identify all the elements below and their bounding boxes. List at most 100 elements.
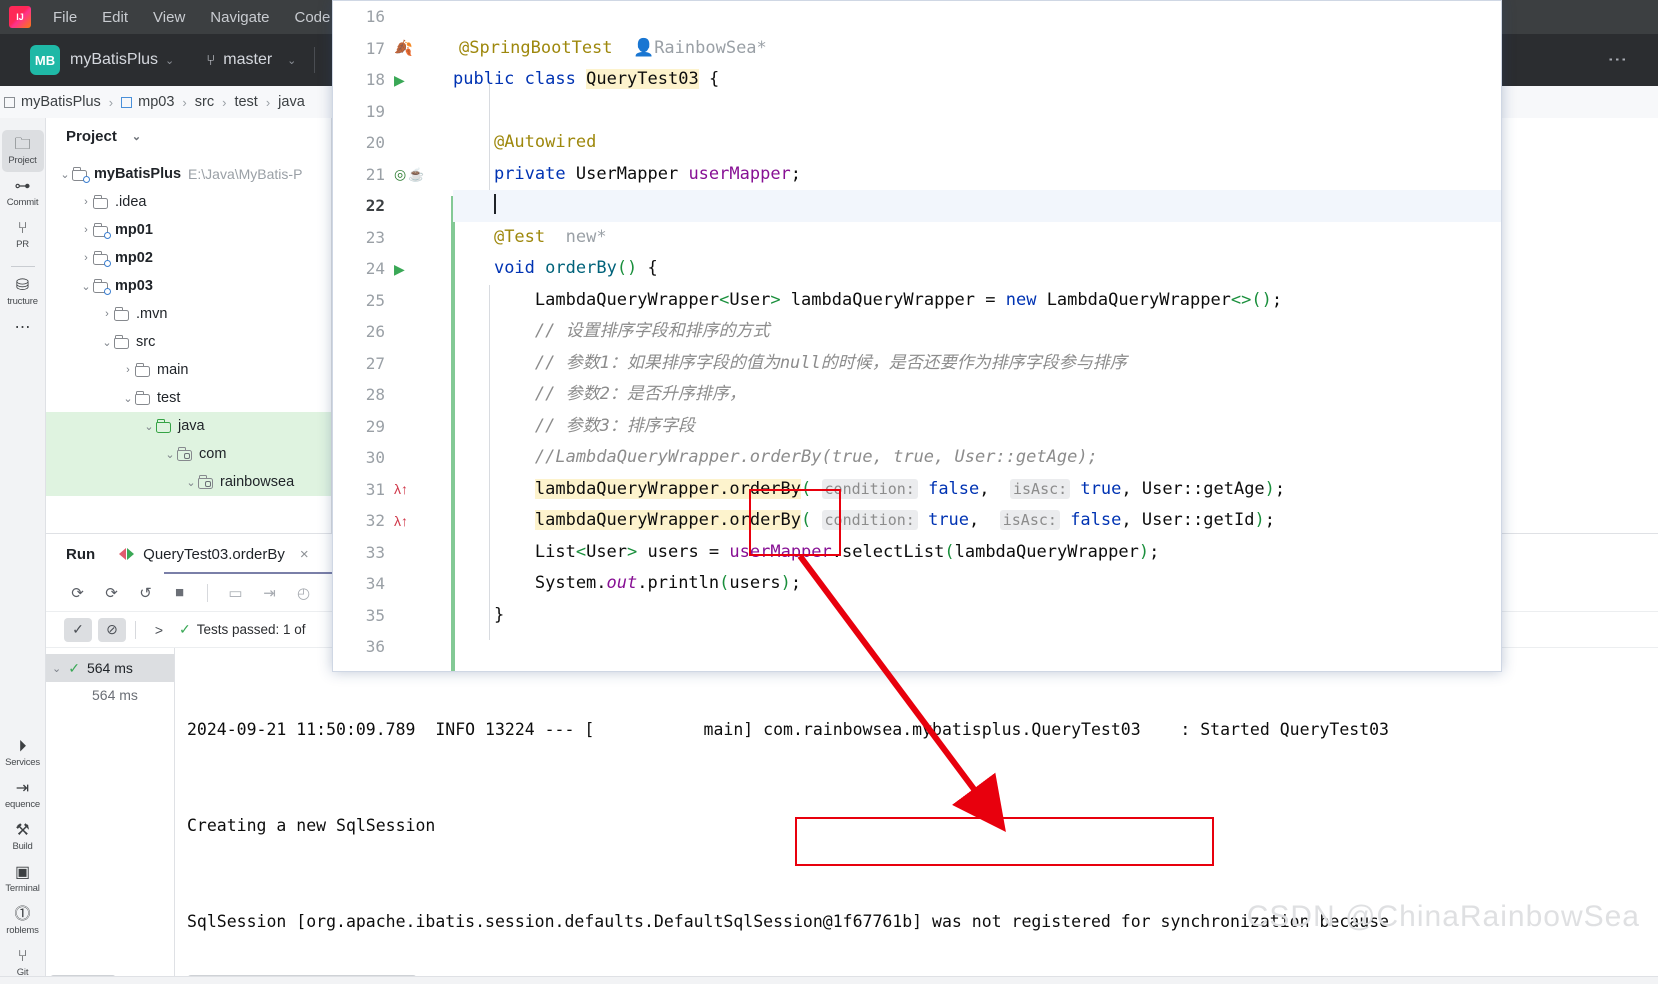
chevron-right-icon[interactable]: ›: [79, 196, 93, 208]
tree-item-mp01[interactable]: › mp01: [46, 216, 331, 244]
chevron-down-icon[interactable]: ⌄: [100, 336, 114, 349]
chevron-down-icon[interactable]: ⌄: [121, 392, 135, 405]
editor-code-area[interactable]: @SpringBootTest 👤RainbowSea* public clas…: [453, 1, 1501, 671]
gutter-line-34[interactable]: 34: [333, 568, 453, 600]
project-name[interactable]: myBatisPlus: [70, 51, 158, 69]
gutter-line-17[interactable]: 17 🍂: [333, 33, 453, 65]
gutter-line-32[interactable]: 32 λ↑: [333, 505, 453, 537]
tree-item-test[interactable]: ⌄ test: [46, 384, 331, 412]
gutter-line-30[interactable]: 30: [333, 442, 453, 474]
gutter-line-25[interactable]: 25: [333, 285, 453, 317]
run-tab-querytest03[interactable]: QueryTest03.orderBy ×: [119, 546, 309, 563]
profile-icon[interactable]: ◴: [294, 583, 313, 602]
rerun-icon[interactable]: ⟳: [68, 583, 87, 602]
module-icon-mp03: [121, 96, 133, 108]
screenshot-icon[interactable]: ▭: [226, 583, 245, 602]
gutter-line-20[interactable]: 20: [333, 127, 453, 159]
tool-button-commit[interactable]: ⊶ Commit: [2, 172, 44, 214]
gutter-line-21[interactable]: 21 ◎ ☕: [333, 159, 453, 191]
tree-item-main[interactable]: › main: [46, 356, 331, 384]
gutter-line-29[interactable]: 29: [333, 411, 453, 443]
tree-item-src[interactable]: ⌄ src: [46, 328, 331, 356]
tool-label: Build: [12, 841, 33, 852]
gutter-line-19[interactable]: 19: [333, 96, 453, 128]
chevron-down-icon[interactable]: ⌄: [142, 420, 156, 433]
rerun-toggle-icon[interactable]: ↺: [136, 583, 155, 602]
tool-button-sequence[interactable]: ⇥ equence: [2, 774, 44, 816]
chevron-down-icon[interactable]: ⌄: [163, 448, 177, 461]
tool-button-project[interactable]: 🗀 Project: [1, 130, 44, 172]
chevron-down-icon[interactable]: ⌄: [58, 168, 72, 181]
gutter-line-23[interactable]: 23: [333, 222, 453, 254]
tool-button-pull-requests[interactable]: ⑂ PR: [2, 214, 44, 256]
show-passed-toggle[interactable]: ✓: [64, 617, 92, 642]
test-row-child[interactable]: 564 ms: [46, 682, 174, 708]
gutter-line-26[interactable]: 26: [333, 316, 453, 348]
tree-item-java[interactable]: ⌄ java: [46, 412, 331, 440]
menu-view[interactable]: View: [153, 9, 185, 26]
run-test-icon[interactable]: ▶: [394, 73, 405, 87]
folder-icon: [135, 363, 151, 377]
tool-button-problems[interactable]: ⓵ roblems: [2, 900, 44, 942]
chevron-down-icon[interactable]: ⌄: [79, 280, 93, 293]
menu-navigate[interactable]: Navigate: [210, 9, 269, 26]
tree-item-mp03[interactable]: ⌄ mp03: [46, 272, 331, 300]
chevron-right-icon[interactable]: ›: [79, 252, 93, 264]
rerun-failed-icon[interactable]: ⟳: [102, 583, 121, 602]
tree-item-com[interactable]: ⌄ com: [46, 440, 331, 468]
expand-all-button[interactable]: >: [145, 618, 173, 642]
tool-button-services[interactable]: ⏵ Services: [2, 732, 44, 774]
chevron-right-icon[interactable]: ›: [79, 224, 93, 236]
lambda-warning-icon[interactable]: λ↑: [394, 514, 408, 528]
gutter-line-22[interactable]: 22: [333, 190, 453, 222]
chevron-right-icon[interactable]: ›: [121, 364, 135, 376]
test-results-tree[interactable]: ⌄ ✓ 564 ms 564 ms: [46, 648, 175, 984]
bean-icon[interactable]: ◎ ☕: [394, 167, 424, 182]
tool-button-structure[interactable]: ⛁ tructure: [2, 271, 44, 313]
gutter-line-31[interactable]: 31 λ↑: [333, 474, 453, 506]
export-icon[interactable]: ⇥: [260, 583, 279, 602]
tree-item-mybatisplus[interactable]: ⌄ myBatisPlus E:\Java\MyBatis-P: [46, 160, 331, 188]
chevron-down-icon-test[interactable]: ⌄: [52, 662, 61, 675]
chevron-down-icon-project[interactable]: ⌄: [132, 130, 141, 143]
editor-gutter[interactable]: 16 17 🍂 18 ▶ 19 20 21 ◎ ☕ 22 23 24 ▶ 25 26 27 28 29 30 31 λ↑ 3…: [333, 1, 453, 671]
breadcrumb-item-test[interactable]: test: [234, 94, 257, 110]
tool-button-build[interactable]: ⚒ Build: [2, 816, 44, 858]
gutter-line-18[interactable]: 18 ▶: [333, 64, 453, 96]
breadcrumb-item-src[interactable]: src: [195, 94, 214, 110]
tree-item-idea[interactable]: › .idea: [46, 188, 331, 216]
spring-leaf-icon[interactable]: 🍂: [394, 41, 413, 56]
menu-code[interactable]: Code: [294, 9, 330, 26]
breadcrumb-item-mp03[interactable]: mp03: [121, 94, 174, 110]
chevron-down-icon[interactable]: ⌄: [184, 476, 198, 489]
project-tree[interactable]: ⌄ myBatisPlus E:\Java\MyBatis-P › .idea › mp01…: [46, 154, 331, 496]
tool-button-terminal[interactable]: ▣ Terminal: [2, 858, 44, 900]
breadcrumb-item-project[interactable]: myBatisPlus: [4, 94, 101, 110]
gutter-line-36[interactable]: 36: [333, 631, 453, 663]
chevron-right-icon[interactable]: ›: [100, 308, 114, 320]
branch-selector[interactable]: ⑂ master ⌄: [206, 51, 296, 69]
chevron-down-icon[interactable]: ⌄: [165, 54, 174, 67]
tree-item-rainbowsea[interactable]: ⌄ rainbowsea: [46, 468, 331, 496]
breadcrumb-item-java[interactable]: java: [278, 94, 305, 110]
stop-icon[interactable]: ■: [170, 583, 189, 602]
tool-button-more[interactable]: ⋯: [2, 313, 44, 342]
gutter-line-33[interactable]: 33: [333, 537, 453, 569]
hide-ignored-toggle[interactable]: ⊘: [98, 617, 126, 642]
gutter-line-28[interactable]: 28: [333, 379, 453, 411]
tree-item-mvn[interactable]: › .mvn: [46, 300, 331, 328]
lambda-warning-icon[interactable]: λ↑: [394, 482, 408, 496]
gutter-line-16[interactable]: 16: [333, 1, 453, 33]
test-row[interactable]: ⌄ ✓ 564 ms: [46, 654, 174, 682]
close-icon[interactable]: ×: [300, 546, 309, 563]
gutter-line-27[interactable]: 27: [333, 348, 453, 380]
menu-edit[interactable]: Edit: [102, 9, 128, 26]
structure-icon: ⛁: [15, 277, 30, 294]
more-options-icon[interactable]: ⋮: [1606, 50, 1627, 69]
menu-file[interactable]: File: [53, 9, 77, 26]
run-test-icon[interactable]: ▶: [394, 262, 405, 276]
gutter-line-24[interactable]: 24 ▶: [333, 253, 453, 285]
tree-item-mp02[interactable]: › mp02: [46, 244, 331, 272]
code-editor-overlay[interactable]: 16 17 🍂 18 ▶ 19 20 21 ◎ ☕ 22 23 24 ▶ 25 26 27 28 29 30 31 λ↑ 3…: [332, 0, 1502, 672]
gutter-line-35[interactable]: 35: [333, 600, 453, 632]
